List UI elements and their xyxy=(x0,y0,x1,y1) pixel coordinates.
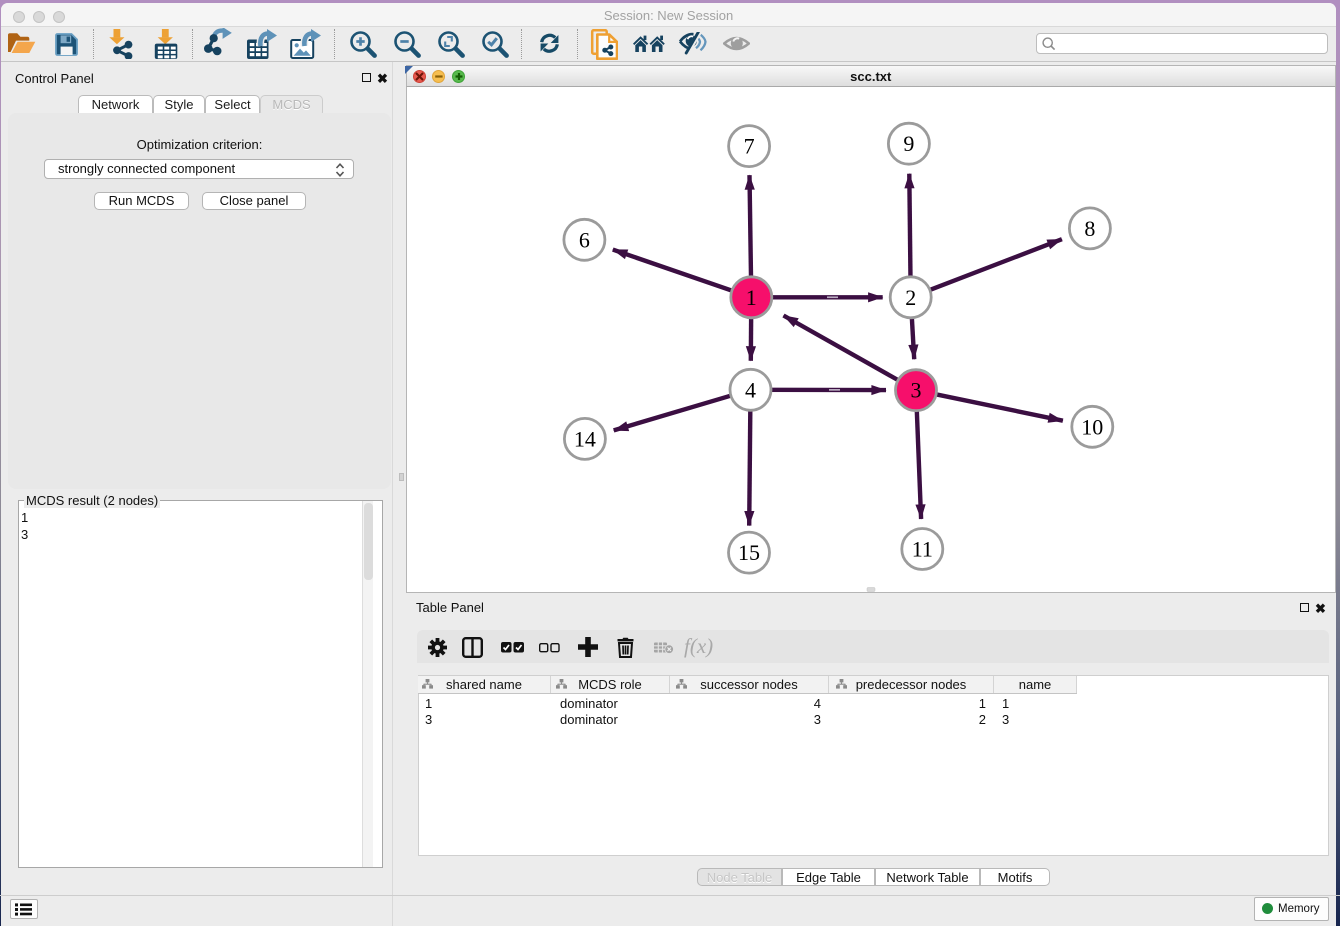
svg-text:11: 11 xyxy=(911,537,932,562)
svg-text:3: 3 xyxy=(910,378,921,403)
svg-text:15: 15 xyxy=(738,540,760,565)
svg-text:6: 6 xyxy=(578,227,589,252)
svg-text:9: 9 xyxy=(903,131,914,156)
svg-text:2: 2 xyxy=(905,285,916,310)
svg-text:1: 1 xyxy=(745,285,756,310)
svg-text:10: 10 xyxy=(1081,414,1103,439)
svg-text:7: 7 xyxy=(743,134,754,159)
svg-text:8: 8 xyxy=(1084,216,1095,241)
svg-text:4: 4 xyxy=(745,377,756,402)
svg-text:14: 14 xyxy=(573,426,595,451)
